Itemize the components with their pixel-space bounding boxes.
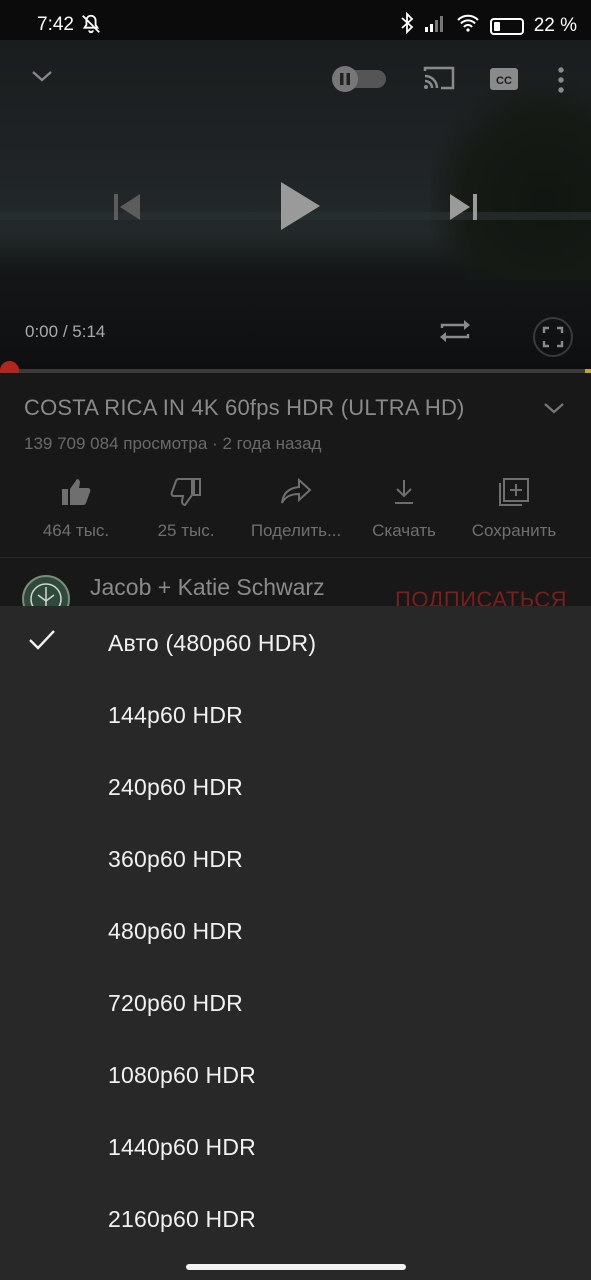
- autoplay-toggle-icon[interactable]: [330, 64, 388, 99]
- channel-row[interactable]: Jacob + Katie Schwarz ПОДПИСАТЬСЯ: [0, 563, 591, 606]
- bluetooth-icon: [400, 11, 414, 40]
- dislike-button[interactable]: 25 тыс.: [126, 473, 246, 541]
- quality-option-label: 1080p60 HDR: [108, 1062, 256, 1088]
- fullscreen-icon[interactable]: [532, 316, 574, 363]
- video-info: COSTA RICA IN 4K 60fps HDR (ULTRA HD) 13…: [0, 373, 591, 606]
- subscribe-button[interactable]: ПОДПИСАТЬСЯ: [395, 587, 567, 606]
- quality-option-label: 360p60 HDR: [108, 846, 243, 872]
- duration: 5:14: [72, 322, 106, 341]
- battery-percent: 22 %: [533, 15, 577, 36]
- quality-option-label: Авто (480p60 HDR): [108, 630, 317, 656]
- quality-option-label: 240p60 HDR: [108, 774, 243, 800]
- share-label: Поделить...: [250, 521, 342, 540]
- captions-icon[interactable]: CC: [489, 66, 519, 97]
- download-button[interactable]: Скачать: [344, 473, 464, 541]
- video-title[interactable]: COSTA RICA IN 4K 60fps HDR (ULTRA HD): [24, 395, 465, 421]
- quality-option-label: 480p60 HDR: [108, 918, 243, 944]
- save-playlist-icon: [454, 473, 574, 511]
- divider: [0, 557, 591, 558]
- home-indicator[interactable]: [186, 1264, 406, 1270]
- quality-option-1440p[interactable]: 1440p60 HDR: [0, 1110, 591, 1182]
- status-right: 22 %: [400, 11, 577, 40]
- check-icon: [28, 628, 56, 657]
- quality-menu: Авто (480p60 HDR) 144p60 HDR 240p60 HDR …: [0, 606, 591, 1280]
- dislike-count: 25 тыс.: [157, 521, 215, 540]
- quality-option-2160p[interactable]: 2160p60 HDR: [0, 1182, 591, 1254]
- quality-option-144p[interactable]: 144p60 HDR: [0, 678, 591, 750]
- action-bar: 464 тыс. 25 тыс. Поделить... Скачать Сох…: [0, 473, 591, 553]
- quality-option-720p[interactable]: 720p60 HDR: [0, 966, 591, 1038]
- share-icon: [236, 473, 356, 511]
- next-icon[interactable]: [448, 192, 480, 227]
- quality-option-480p[interactable]: 480p60 HDR: [0, 894, 591, 966]
- save-label: Сохранить: [471, 521, 557, 540]
- status-time: 7:42: [37, 14, 74, 35]
- save-button[interactable]: Сохранить: [454, 473, 574, 541]
- thumb-up-icon: [16, 473, 136, 511]
- play-icon[interactable]: [278, 180, 322, 237]
- quality-option-label: 144p60 HDR: [108, 702, 243, 728]
- like-count: 464 тыс.: [42, 521, 110, 540]
- cast-icon[interactable]: [422, 64, 456, 97]
- quality-option-360p[interactable]: 360p60 HDR: [0, 822, 591, 894]
- expand-description-icon[interactable]: [541, 399, 567, 422]
- download-label: Скачать: [372, 521, 436, 540]
- battery-icon: [489, 17, 524, 35]
- quality-option-240p[interactable]: 240p60 HDR: [0, 750, 591, 822]
- download-icon: [344, 473, 464, 511]
- share-button[interactable]: Поделить...: [236, 473, 356, 541]
- current-time: 0:00: [25, 322, 59, 341]
- quality-option-auto[interactable]: Авто (480p60 HDR): [0, 606, 591, 678]
- video-frame-foliage: [431, 80, 591, 280]
- quality-option-label: 2160p60 HDR: [108, 1206, 256, 1232]
- wifi-icon: [456, 14, 480, 38]
- quality-option-label: 1440p60 HDR: [108, 1134, 256, 1160]
- notifications-muted-icon: [80, 13, 102, 41]
- more-icon[interactable]: [556, 66, 566, 99]
- like-button[interactable]: 464 тыс.: [16, 473, 136, 541]
- signal-icon: [424, 14, 446, 38]
- video-player[interactable]: CC 0:00 / 5:14: [0, 40, 591, 372]
- svg-text:CC: CC: [496, 75, 512, 87]
- video-meta: 139 709 084 просмотра · 2 года назад: [24, 434, 322, 453]
- quality-option-label: 720p60 HDR: [108, 990, 243, 1016]
- channel-avatar[interactable]: [22, 575, 70, 606]
- channel-name[interactable]: Jacob + Katie Schwarz: [90, 574, 325, 601]
- collapse-chevron-icon[interactable]: [30, 68, 54, 89]
- time-display: 0:00 / 5:14: [25, 322, 105, 342]
- quality-option-1080p[interactable]: 1080p60 HDR: [0, 1038, 591, 1110]
- loop-icon[interactable]: [438, 316, 472, 351]
- thumb-down-icon: [126, 473, 246, 511]
- time-separator: /: [58, 322, 73, 341]
- previous-icon[interactable]: [112, 192, 144, 227]
